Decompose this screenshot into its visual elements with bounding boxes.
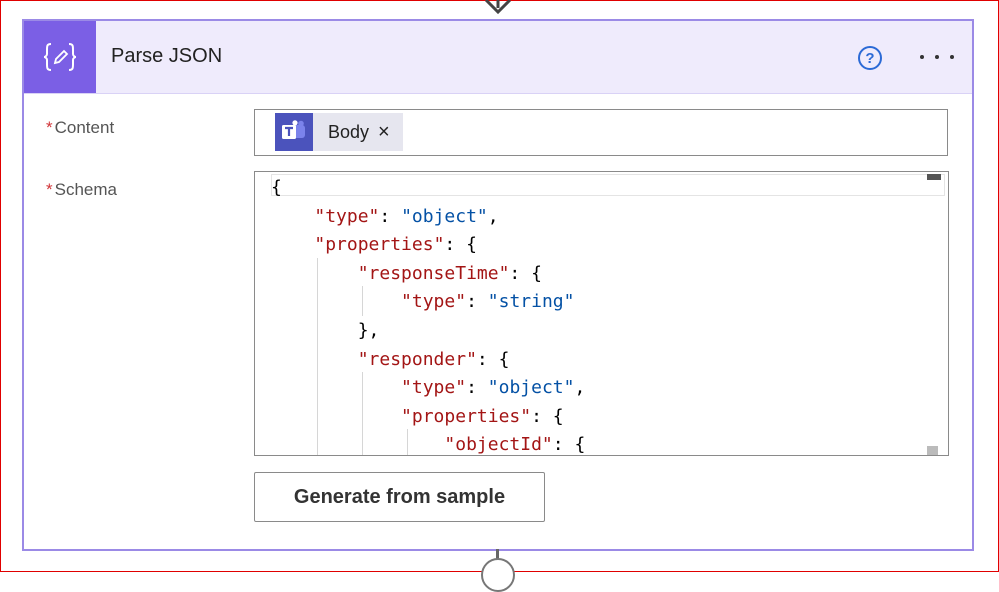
code-line: "type": "object", xyxy=(401,377,586,399)
ellipsis-dot xyxy=(950,55,954,59)
more-options-button[interactable] xyxy=(920,43,954,71)
dynamic-content-token[interactable]: Body × xyxy=(275,113,403,151)
schema-code-editor[interactable]: { "type": "object", "properties": { "res… xyxy=(254,171,949,456)
scrollbar-thumb[interactable] xyxy=(927,174,941,180)
code-line: "responder": { xyxy=(357,348,510,370)
flow-connector-arrow-icon xyxy=(484,0,512,15)
scrollbar-thumb-bottom[interactable] xyxy=(927,446,938,455)
code-line: "responseTime": { xyxy=(357,262,542,284)
schema-code: { "type": "object", "properties": { "res… xyxy=(271,174,586,456)
card-header[interactable]: Parse JSON ? xyxy=(24,21,972,94)
token-label: Body xyxy=(328,121,370,142)
code-line: { xyxy=(271,177,282,198)
add-step-circle-icon[interactable] xyxy=(481,558,515,592)
schema-label-text: Schema xyxy=(54,180,117,199)
card-title: Parse JSON xyxy=(111,45,223,67)
question-circle-icon: ? xyxy=(865,49,875,67)
remove-token-button[interactable]: × xyxy=(378,121,390,144)
curly-braces-edit-icon xyxy=(24,21,96,93)
required-marker: * xyxy=(46,180,53,199)
microsoft-teams-icon xyxy=(275,113,313,151)
schema-label: * Schema xyxy=(46,180,117,200)
generate-from-sample-button[interactable]: Generate from sample xyxy=(254,472,545,522)
required-marker: * xyxy=(46,118,53,137)
code-line: "objectId": { xyxy=(444,434,586,456)
code-line: }, xyxy=(271,319,380,341)
help-button[interactable]: ? xyxy=(858,46,882,70)
ellipsis-dot xyxy=(935,55,939,59)
content-label: * Content xyxy=(46,118,114,138)
code-line: "properties": { xyxy=(401,405,564,427)
code-line: "properties": { xyxy=(314,234,477,256)
content-label-text: Content xyxy=(54,118,115,137)
content-input[interactable]: Body × xyxy=(254,109,948,156)
code-line: "type": "string" xyxy=(401,291,575,313)
ellipsis-dot xyxy=(920,55,924,59)
code-line: "type": "object", xyxy=(314,205,499,227)
parse-json-card: Parse JSON ? * Content Body × * Schema {… xyxy=(22,19,974,551)
